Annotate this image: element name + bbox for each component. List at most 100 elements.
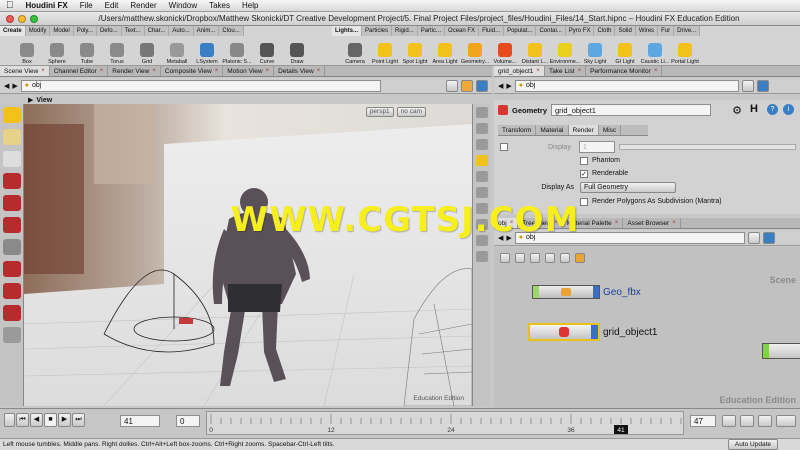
param-pane-tab-2[interactable]: Performance Monitor × <box>586 66 663 77</box>
menu-takes[interactable]: Takes <box>209 1 230 10</box>
display-option-icon[interactable] <box>476 107 488 118</box>
shelf-tab-texture[interactable]: Text... <box>121 26 145 36</box>
network-editor[interactable]: Scene Geo_fbx grid_object1 Education Edi… <box>494 247 800 408</box>
close-window-button[interactable] <box>6 14 14 23</box>
shelf-tab-right-0[interactable]: Lights... <box>332 26 362 36</box>
auto-update-menu[interactable]: Auto Update <box>727 439 778 450</box>
audio-icon[interactable] <box>740 415 754 427</box>
param-tab-1[interactable]: Material <box>536 125 569 135</box>
param-tab-2[interactable]: Render <box>568 125 599 135</box>
shelf-tab-right-10[interactable]: Solid <box>615 26 636 36</box>
options-icon[interactable] <box>758 415 772 427</box>
menu-file[interactable]: File <box>80 1 93 10</box>
shelf-tab-auto[interactable]: Auto... <box>169 26 194 36</box>
scene-viewport[interactable]: persp1 no cam Education Edition <box>24 104 472 406</box>
node-geo-fbx[interactable]: Geo_fbx <box>532 285 641 299</box>
network-pane-tab-0[interactable]: obj × <box>494 218 519 229</box>
shelf-tab-cloud[interactable]: Clou... <box>219 26 244 36</box>
left-tool-8[interactable]: Curve <box>252 36 282 66</box>
close-icon[interactable]: × <box>152 66 156 77</box>
subdivision-checkbox[interactable] <box>580 197 588 206</box>
forward-arrow-icon[interactable]: ▶ <box>506 82 511 90</box>
info-icon[interactable]: i <box>783 104 794 115</box>
right-tool-3[interactable]: Area Light <box>430 36 460 66</box>
close-icon[interactable]: × <box>41 66 45 77</box>
help-icon[interactable] <box>756 79 769 92</box>
display-checkbox[interactable] <box>500 143 508 151</box>
right-tool-11[interactable]: Portal Light <box>670 36 700 66</box>
network-pane-tab-1[interactable]: Tree View × <box>518 218 563 229</box>
node-grid-object1[interactable]: grid_object1 <box>528 323 657 341</box>
menu-render[interactable]: Render <box>130 1 156 10</box>
shelf-tab-right-12[interactable]: Fur <box>658 26 675 36</box>
close-icon[interactable]: × <box>536 66 540 77</box>
scene-pane-tab-3[interactable]: Composite View × <box>161 66 224 76</box>
list-icon[interactable] <box>515 253 525 263</box>
view-tool-icon[interactable] <box>3 129 21 145</box>
jump-end-icon[interactable]: ⏭ <box>72 413 85 427</box>
move-tool-icon[interactable] <box>3 173 21 189</box>
key-icon[interactable] <box>722 415 736 427</box>
close-icon[interactable]: × <box>578 66 582 77</box>
start-frame-field[interactable]: 0 <box>176 415 200 427</box>
network-pane-tab-3[interactable]: Asset Browser × <box>623 218 681 228</box>
right-tool-7[interactable]: Environme... <box>550 36 580 66</box>
scene-pane-tab-4[interactable]: Motion View × <box>223 66 275 76</box>
scene-pane-tab-0[interactable]: Scene View × <box>0 66 50 76</box>
range-icon[interactable] <box>776 415 796 427</box>
right-tool-2[interactable]: Spot Light <box>400 36 430 66</box>
display-as-menu[interactable]: Full Geometry <box>580 182 676 193</box>
jump-start-icon[interactable]: ⏮ <box>16 413 29 427</box>
shelf-tab-right-5[interactable]: Fluid... <box>479 26 505 36</box>
palette-icon[interactable] <box>575 253 585 263</box>
scene-path-field[interactable]: ● obj <box>20 79 381 92</box>
scene-pane-tab-5[interactable]: Details View × <box>274 66 326 76</box>
shelf-tab-right-8[interactable]: Pyro FX <box>565 26 595 36</box>
close-icon[interactable]: × <box>654 66 658 77</box>
back-arrow-icon[interactable]: ◀ <box>4 82 9 90</box>
menu-window[interactable]: Window <box>169 1 197 10</box>
rotate-tool-icon[interactable] <box>3 195 21 211</box>
forward-arrow-icon[interactable]: ▶ <box>12 82 17 90</box>
left-tool-0[interactable]: Box <box>12 36 42 66</box>
shelf-tab-right-9[interactable]: Cloth <box>594 26 616 36</box>
renderable-checkbox[interactable]: ✓ <box>580 169 588 178</box>
sticky-icon[interactable] <box>560 253 570 263</box>
play-icon[interactable]: ▶ <box>58 413 71 427</box>
shelf-tab-right-11[interactable]: Wires <box>635 26 659 36</box>
left-tool-6[interactable]: LSystem <box>192 36 222 66</box>
left-tool-3[interactable]: Torus <box>102 36 132 66</box>
shelf-tab-animation[interactable]: Anim... <box>193 26 220 36</box>
right-tool-9[interactable]: GI Light <box>610 36 640 66</box>
left-tool-7[interactable]: Platonic S... <box>222 36 252 66</box>
menu-app-name[interactable]: Houdini FX <box>26 1 68 10</box>
left-tool-4[interactable]: Grid <box>132 36 162 66</box>
light-display-icon[interactable] <box>476 155 488 166</box>
menu-help[interactable]: Help <box>242 1 258 10</box>
help-icon[interactable] <box>476 79 488 92</box>
help-icon[interactable] <box>762 231 775 244</box>
pin-button[interactable] <box>741 79 754 92</box>
tile-icon[interactable] <box>500 253 510 263</box>
shelf-tab-right-3[interactable]: Partic... <box>417 26 446 36</box>
close-icon[interactable]: × <box>554 218 558 229</box>
param-tab-3[interactable]: Misc <box>599 125 622 135</box>
apple-icon[interactable]:  <box>6 0 14 11</box>
node-name-field[interactable]: grid_object1 <box>551 104 712 116</box>
right-tool-0[interactable]: Camera <box>340 36 370 66</box>
end-frame-field[interactable]: 47 <box>690 415 716 427</box>
render-region-icon[interactable] <box>476 251 488 262</box>
shelf-tab-right-7[interactable]: Contai... <box>536 26 566 36</box>
camera-view-icon[interactable] <box>476 235 488 246</box>
offscreen-node[interactable] <box>762 343 800 359</box>
minimize-window-button[interactable] <box>18 14 26 23</box>
select-tool-icon[interactable] <box>3 107 21 123</box>
realtime-toggle-icon[interactable] <box>4 413 15 427</box>
render-icon[interactable] <box>461 79 473 92</box>
houdini-h-icon[interactable]: H <box>750 103 758 115</box>
grid-icon[interactable] <box>476 219 488 230</box>
shelf-tab-character[interactable]: Char... <box>144 26 170 36</box>
shelf-tab-right-13[interactable]: Drive... <box>674 26 701 36</box>
close-icon[interactable]: × <box>510 218 514 229</box>
tree-icon[interactable] <box>530 253 540 263</box>
